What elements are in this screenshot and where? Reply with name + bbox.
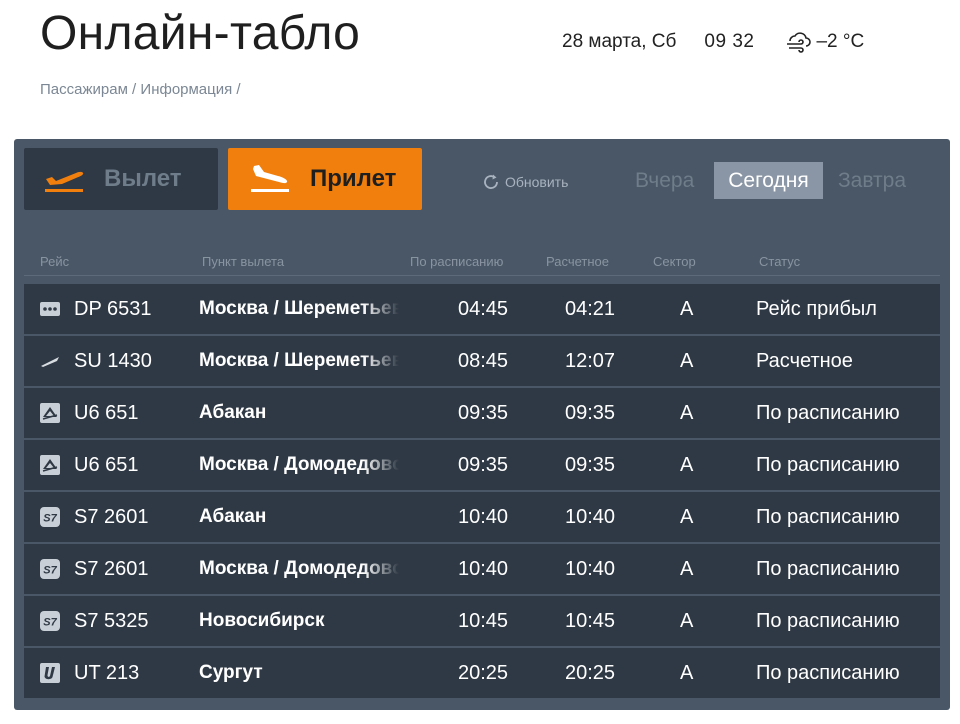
svg-text:S7: S7: [43, 617, 57, 629]
column-header-flight: Рейс: [40, 254, 70, 269]
estimated-time: 12:07: [565, 350, 616, 372]
current-time: 09 32: [704, 31, 755, 52]
origin-city: Москва / Шереметьево: [199, 350, 399, 371]
column-header-scheduled: По расписанию: [410, 254, 504, 269]
page-title: Онлайн-табло: [40, 7, 361, 60]
flight-status: По расписанию: [756, 506, 900, 528]
plane-takeoff-icon: [45, 171, 84, 192]
origin-city: Москва / Домодедово: [199, 454, 399, 475]
scheduled-time: 08:45: [458, 350, 509, 372]
header-info: 28 марта, Сб 09 32 –2 °C: [562, 30, 864, 54]
flight-status: Расчетное: [756, 350, 853, 372]
estimated-time: 04:21: [565, 298, 616, 320]
s7-logo-icon: S7: [40, 611, 60, 631]
breadcrumb-separator: /: [232, 81, 241, 98]
estimated-time: 09:35: [565, 402, 616, 424]
dots-logo-icon: [40, 302, 60, 316]
flight-row[interactable]: S7 S7 2601 Абакан 10:40 10:40 A По распи…: [24, 492, 940, 542]
origin-city: Москва / Шереметьево: [199, 298, 399, 319]
scheduled-time: 09:35: [458, 402, 509, 424]
tab-departure-label: Вылет: [104, 165, 182, 192]
s7-logo-icon: S7: [40, 507, 60, 527]
estimated-time: 10:40: [565, 506, 616, 528]
flight-number: DP 6531: [74, 298, 152, 320]
scheduled-time: 20:25: [458, 662, 509, 684]
scheduled-time: 10:40: [458, 506, 509, 528]
current-date: 28 марта, Сб: [562, 31, 677, 52]
estimated-time: 10:45: [565, 610, 616, 632]
breadcrumb-separator: /: [127, 81, 141, 98]
flight-status: По расписанию: [756, 610, 900, 632]
sector: A: [680, 610, 694, 632]
tab-arrival[interactable]: Прилет: [228, 148, 422, 210]
flight-board: Вылет Прилет Обновить Вчера Сегодня Завт…: [14, 139, 950, 710]
sector: A: [680, 402, 694, 424]
origin-city: Москва / Домодедово: [199, 558, 399, 579]
utair-logo-icon: [40, 663, 60, 683]
flight-status: По расписанию: [756, 558, 900, 580]
origin-city: Новосибирск: [199, 610, 325, 631]
flight-number: U6 651: [74, 402, 139, 424]
column-header-origin: Пункт вылета: [202, 254, 285, 269]
estimated-time: 10:40: [565, 558, 616, 580]
ural-logo-icon: [40, 455, 60, 475]
svg-text:S7: S7: [43, 513, 57, 525]
s7-logo-icon: S7: [40, 559, 60, 579]
refresh-button[interactable]: Обновить: [482, 173, 568, 191]
flight-list: DP 6531 Москва / Шереметьево 04:45 04:21…: [24, 284, 940, 700]
flight-row[interactable]: U6 651 Москва / Домодедово 09:35 09:35 A…: [24, 440, 940, 490]
flight-number: S7 2601: [74, 558, 149, 580]
column-header-estimated: Расчетное: [546, 254, 609, 269]
sector: A: [680, 558, 694, 580]
scheduled-time: 10:45: [458, 610, 509, 632]
flight-number: U6 651: [74, 454, 139, 476]
svg-text:S7: S7: [43, 565, 57, 577]
wind-cloud-icon: [787, 32, 812, 53]
origin-city: Абакан: [199, 506, 267, 527]
sector: A: [680, 662, 694, 684]
flight-row[interactable]: S7 S7 2601 Москва / Домодедово 10:40 10:…: [24, 544, 940, 594]
estimated-time: 09:35: [565, 454, 616, 476]
day-yesterday-button[interactable]: Вчера: [635, 162, 694, 199]
sector: A: [680, 350, 694, 372]
flight-row[interactable]: DP 6531 Москва / Шереметьево 04:45 04:21…: [24, 284, 940, 334]
flight-number: S7 5325: [74, 610, 149, 632]
origin-city: Сургут: [199, 662, 263, 683]
flight-status: По расписанию: [756, 662, 900, 684]
column-header-status: Статус: [759, 254, 801, 269]
tab-arrival-label: Прилет: [310, 165, 397, 192]
refresh-icon: [484, 174, 498, 189]
flight-row[interactable]: U6 651 Абакан 09:35 09:35 A По расписани…: [24, 388, 940, 438]
scheduled-time: 04:45: [458, 298, 509, 320]
ural-logo-icon: [40, 403, 60, 423]
header-divider: [24, 275, 940, 276]
flight-status: По расписанию: [756, 454, 900, 476]
refresh-label: Обновить: [505, 174, 569, 190]
day-tomorrow-button[interactable]: Завтра: [838, 162, 906, 199]
day-today-button[interactable]: Сегодня: [714, 162, 823, 199]
temperature: –2 °C: [816, 31, 865, 52]
column-header-sector: Сектор: [653, 254, 696, 269]
flight-row[interactable]: UT 213 Сургут 20:25 20:25 A По расписани…: [24, 648, 940, 698]
plane-landing-icon: [251, 165, 289, 192]
flight-row[interactable]: SU 1430 Москва / Шереметьево 08:45 12:07…: [24, 336, 940, 386]
flight-row[interactable]: S7 S7 5325 Новосибирск 10:45 10:45 A По …: [24, 596, 940, 646]
estimated-time: 20:25: [565, 662, 616, 684]
flight-status: По расписанию: [756, 402, 900, 424]
sector: A: [680, 506, 694, 528]
scheduled-time: 09:35: [458, 454, 509, 476]
scheduled-time: 10:40: [458, 558, 509, 580]
flight-number: SU 1430: [74, 350, 152, 372]
flight-number: S7 2601: [74, 506, 149, 528]
tab-departure[interactable]: Вылет: [24, 148, 218, 210]
flight-number: UT 213: [74, 662, 140, 684]
breadcrumb: Пассажирам / Информация /: [40, 81, 241, 98]
breadcrumb-item-info[interactable]: Информация: [140, 81, 232, 98]
sector: A: [680, 454, 694, 476]
breadcrumb-item-passengers[interactable]: Пассажирам: [40, 81, 128, 98]
sector: A: [680, 298, 694, 320]
flight-status: Рейс прибыл: [756, 298, 877, 320]
origin-city: Абакан: [199, 402, 267, 423]
plane-logo-icon: [40, 353, 60, 369]
